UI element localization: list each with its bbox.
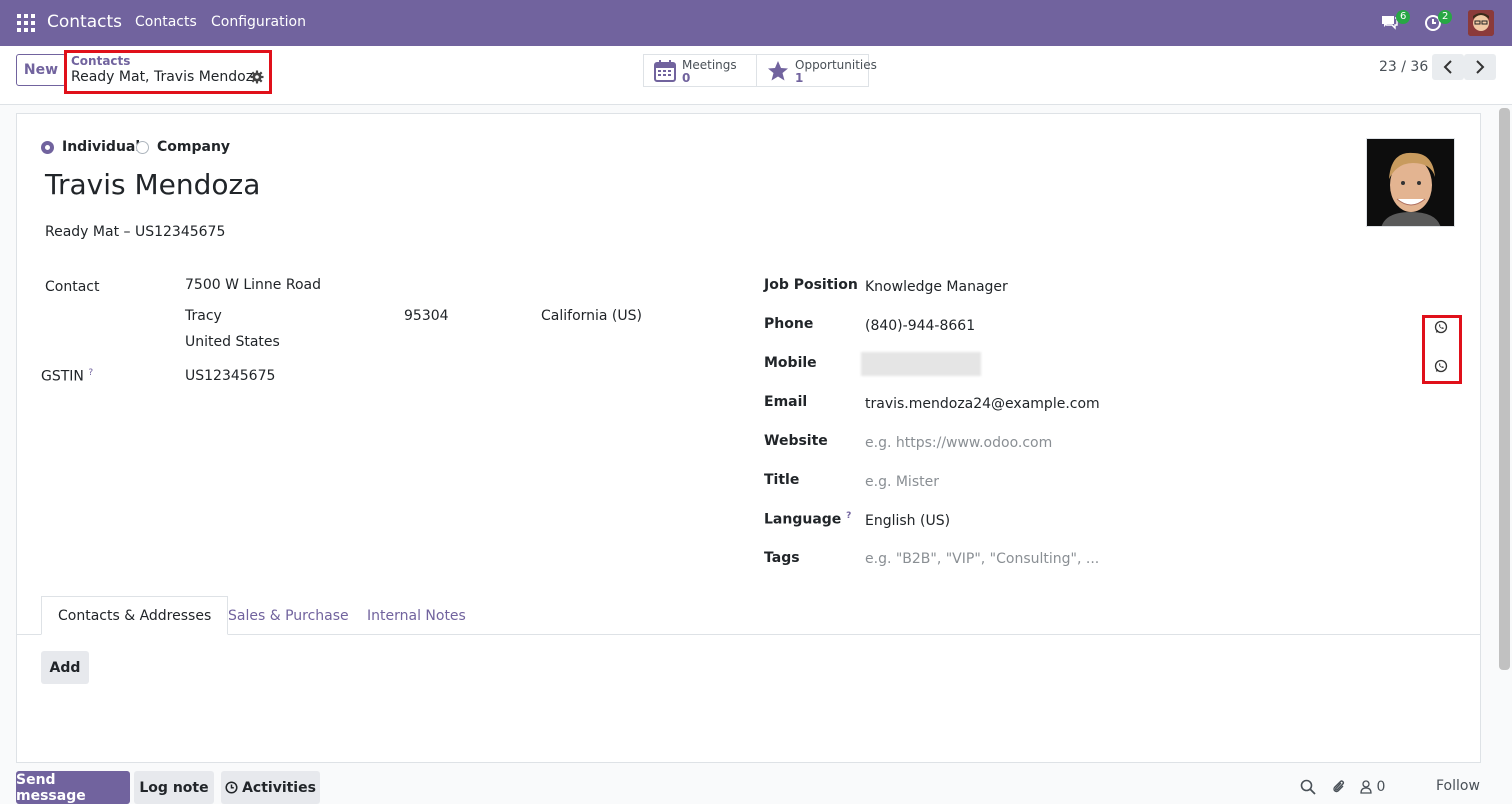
messages-icon[interactable]: 6 [1380,10,1411,34]
meetings-smart-button[interactable]: Meetings 0 [644,55,756,86]
new-button[interactable]: New [16,54,66,86]
title-field[interactable]: e.g. Mister [865,474,939,490]
contact-address-label: Contact [45,279,100,295]
website-field[interactable]: e.g. https://www.odoo.com [865,435,1052,451]
meetings-label: Meetings [682,58,737,72]
gstin-field[interactable]: US12345675 [185,368,275,384]
tags-label: Tags [764,550,800,566]
radio-company-label[interactable]: Company [157,139,230,155]
top-navbar: Contacts Contacts Configuration 6 2 [0,0,1512,46]
control-panel: New Contacts Ready Mat, Travis Mendoza M… [0,46,1512,105]
meetings-count: 0 [682,71,691,85]
language-label: Language ? [764,511,852,528]
website-label: Website [764,433,828,449]
job-position-label: Job Position [764,277,858,293]
street-field[interactable]: 7500 W Linne Road [185,277,321,293]
radio-company[interactable] [136,141,149,154]
email-label: Email [764,394,808,410]
contact-name-field[interactable]: Travis Mendoza [45,168,260,201]
pager-next-button[interactable] [1464,54,1496,80]
scrollbar[interactable] [1499,108,1510,670]
mobile-label: Mobile [764,355,817,371]
country-field[interactable]: United States [185,334,280,350]
chevron-right-icon [1476,60,1485,74]
pager-previous-button[interactable] [1432,54,1464,80]
opportunities-smart-button[interactable]: Opportunities 1 [756,55,877,86]
title-label: Title [764,472,800,488]
followers-button[interactable]: 0 [1360,779,1390,795]
smart-buttons: Meetings 0 Opportunities 1 [643,54,877,87]
app-brand[interactable]: Contacts [47,12,122,32]
activities-button[interactable]: Activities [221,771,320,804]
activities-label: Activities [242,779,316,796]
whatsapp-icon[interactable] [1434,359,1448,373]
gstin-label: GSTIN ? [41,368,94,385]
tab-internal-notes[interactable]: Internal Notes [351,596,482,635]
breadcrumb-current: Ready Mat, Travis Mendoza [71,69,262,85]
paperclip-icon[interactable] [1331,779,1347,795]
contact-photo[interactable] [1366,138,1455,227]
gear-icon[interactable] [250,70,264,84]
apps-grid-icon[interactable] [17,14,35,32]
opportunities-count: 1 [795,71,804,85]
menu-configuration[interactable]: Configuration [211,14,306,30]
activities-badge: 2 [1438,10,1453,24]
tab-contacts-addresses[interactable]: Contacts & Addresses [41,596,229,635]
whatsapp-icon[interactable] [1434,320,1448,334]
radio-individual-label[interactable]: Individual [62,139,140,155]
city-field[interactable]: Tracy [185,308,222,324]
menu-contacts[interactable]: Contacts [135,14,197,30]
form-sheet [16,113,1481,763]
state-field[interactable]: California (US) [541,308,642,324]
log-note-button[interactable]: Log note [134,771,214,804]
job-position-field[interactable]: Knowledge Manager [865,279,1008,295]
pager-value[interactable]: 23 / 36 [1379,59,1428,75]
zip-field[interactable]: 95304 [404,308,449,324]
clock-icon [225,781,238,794]
activities-clock-icon[interactable]: 2 [1424,10,1453,34]
add-contact-button[interactable]: Add [41,651,89,684]
opportunities-label: Opportunities [795,58,877,72]
help-icon[interactable]: ? [88,368,93,378]
phone-field[interactable]: (840)-944-8661 [865,318,975,334]
radio-individual[interactable] [41,141,54,154]
followers-count: 0 [1376,779,1386,795]
company-name-field[interactable]: Ready Mat – US12345675 [45,224,225,240]
user-icon [1360,780,1372,794]
search-icon[interactable] [1300,779,1316,795]
email-field[interactable]: travis.mendoza24@example.com [865,396,1100,412]
tab-sales-purchase[interactable]: Sales & Purchase [212,596,365,635]
breadcrumb-parent[interactable]: Contacts [71,54,130,68]
tags-field[interactable]: e.g. "B2B", "VIP", "Consulting", ... [865,551,1099,567]
language-field[interactable]: English (US) [865,513,950,529]
help-icon[interactable]: ? [846,511,851,521]
send-message-button[interactable]: Send message [16,771,130,804]
chevron-left-icon [1443,60,1452,74]
user-avatar[interactable] [1468,10,1494,36]
form-tabs: Contacts & Addresses Sales & Purchase In… [16,596,1481,635]
messages-badge: 6 [1396,10,1411,24]
mobile-field-blurred[interactable] [861,352,981,376]
star-icon [767,60,789,82]
phone-label: Phone [764,316,814,332]
calendar-icon [654,60,676,82]
follow-button[interactable]: Follow [1436,778,1480,794]
